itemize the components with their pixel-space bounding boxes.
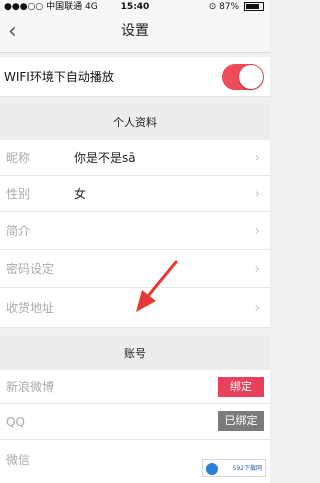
row-label: QQ: [6, 415, 25, 429]
battery-icon: [244, 2, 264, 11]
watermark-text: 592下载网: [232, 465, 262, 472]
row-label: 微信: [6, 453, 31, 467]
navigation-bar: ‹ 设置: [0, 14, 270, 53]
watermark-logo: 592下载网: [202, 459, 266, 477]
row-value: 你是不是sā: [74, 151, 136, 165]
battery-percent: 87%: [219, 2, 240, 12]
autoplay-label: WIFI环境下自动播放: [4, 70, 114, 84]
row-value: 女: [74, 187, 87, 201]
chevron-right-icon: ›: [254, 223, 260, 239]
page-title: 设置: [121, 23, 149, 39]
row-label: 新浪微博: [6, 380, 55, 394]
bind-button[interactable]: 绑定: [218, 377, 264, 397]
account-row-weibo: 新浪微博 绑定: [0, 370, 270, 404]
row-label: 简介: [6, 224, 31, 238]
toggle-knob: [239, 65, 263, 89]
profile-row-gender[interactable]: 性别 女 ›: [0, 176, 270, 212]
account-section-header: 账号: [0, 336, 270, 370]
row-label: 密码设定: [6, 262, 55, 276]
status-right: ⊙ 87%: [209, 0, 264, 14]
chevron-right-icon: ›: [254, 186, 260, 202]
autoplay-toggle[interactable]: [222, 64, 264, 90]
row-label: 性别: [6, 187, 31, 201]
profile-row-password[interactable]: 密码设定 ›: [0, 250, 270, 288]
profile-row-bio[interactable]: 简介 ›: [0, 212, 270, 250]
autoplay-setting-row: WIFI环境下自动播放: [0, 57, 270, 97]
profile-row-nickname[interactable]: 昵称 你是不是sā ›: [0, 140, 270, 176]
chevron-right-icon: ›: [254, 300, 260, 316]
rotation-lock-icon: ⊙: [208, 2, 217, 12]
account-row-qq: QQ 已绑定: [0, 404, 270, 440]
row-label: 昵称: [6, 151, 31, 165]
profile-section-header: 个人资料: [0, 104, 270, 140]
bound-button[interactable]: 已绑定: [218, 411, 264, 431]
status-bar: ●●●○○ 中国联通 4G 15:40 ⊙ 87%: [0, 0, 270, 14]
watermark-logo-icon: [206, 463, 218, 475]
row-label: 收货地址: [6, 301, 55, 315]
profile-row-address[interactable]: 收货地址 ›: [0, 288, 270, 328]
chevron-right-icon: ›: [254, 261, 260, 277]
chevron-right-icon: ›: [254, 150, 260, 166]
